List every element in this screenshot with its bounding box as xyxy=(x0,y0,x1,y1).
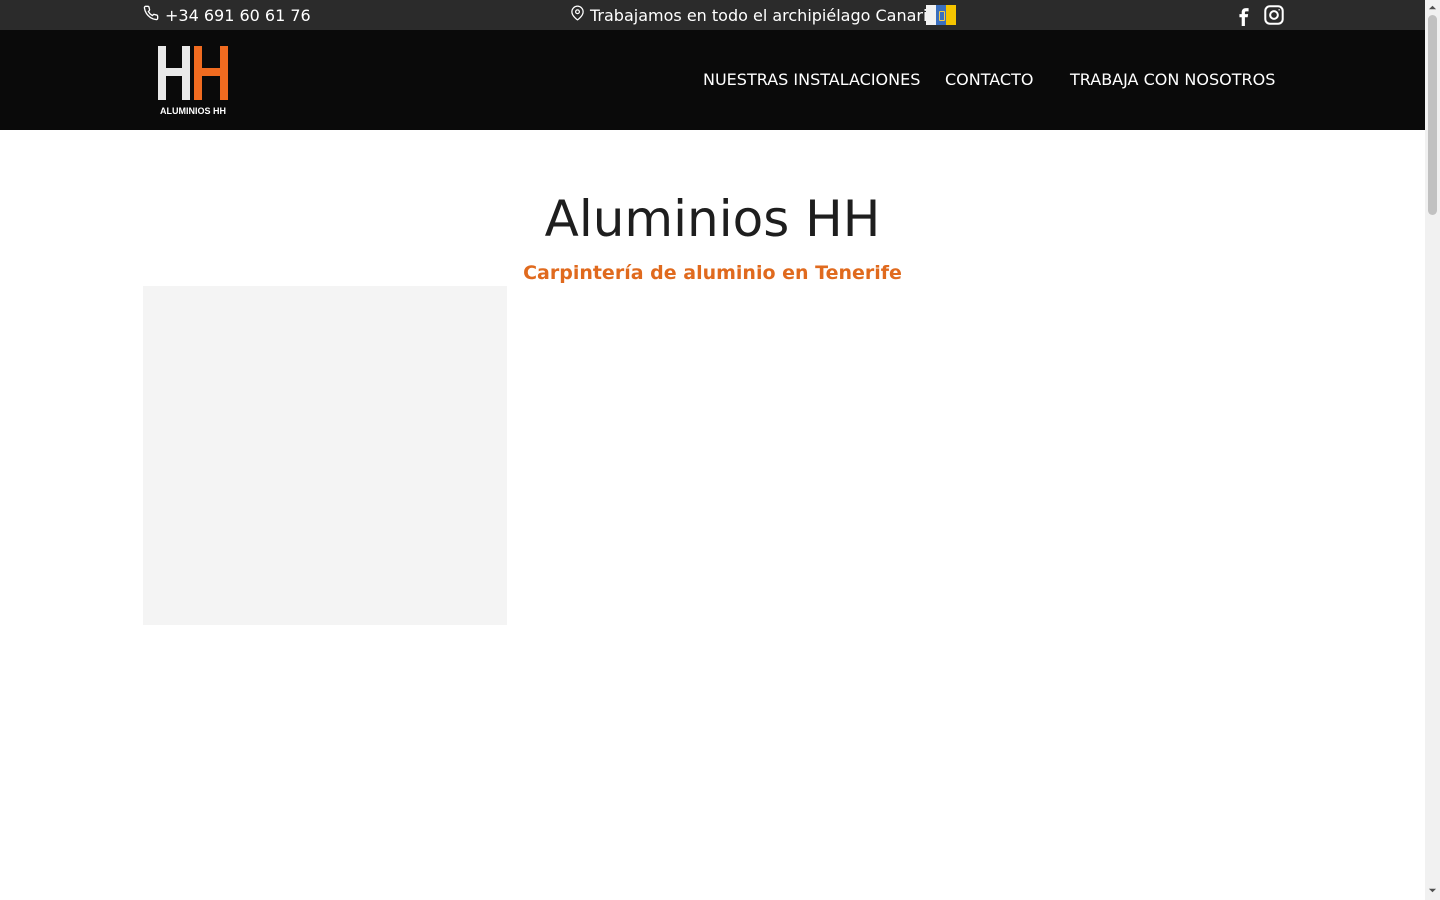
logo[interactable]: ALUMINIOS HH xyxy=(157,44,229,116)
nav-item-nuestras-instalaciones[interactable]: NUESTRAS INSTALACIONES xyxy=(703,70,920,89)
nav-item-contacto[interactable]: CONTACTO xyxy=(945,70,1033,89)
site-header: ALUMINIOS HH NUESTRAS INSTALACIONES CONT… xyxy=(0,30,1425,130)
service-area-text: Trabajamos en todo el archipiélago Canar… xyxy=(590,5,938,25)
vertical-scrollbar[interactable] xyxy=(1425,0,1440,900)
phone-icon xyxy=(143,5,159,25)
service-area: Trabajamos en todo el archipiélago Canar… xyxy=(570,5,937,25)
instagram-icon[interactable] xyxy=(1263,4,1285,30)
page-title: Aluminios HH xyxy=(544,190,881,248)
canary-islands-flag-icon xyxy=(926,5,956,25)
logo-mark-icon xyxy=(158,46,228,100)
phone-number: +34 691 60 61 76 xyxy=(165,5,311,25)
scroll-down-arrow-icon[interactable] xyxy=(1428,886,1437,895)
scrollbar-thumb[interactable] xyxy=(1428,15,1437,215)
logo-text: ALUMINIOS HH xyxy=(160,106,226,116)
facebook-icon[interactable] xyxy=(1233,4,1255,30)
map-pin-icon xyxy=(570,5,585,25)
page-subtitle: Carpintería de aluminio en Tenerife xyxy=(523,262,902,284)
phone-link[interactable]: +34 691 60 61 76 xyxy=(143,5,311,25)
social-links xyxy=(1233,4,1285,30)
nav-item-trabaja-con-nosotros[interactable]: TRABAJA CON NOSOTROS xyxy=(1070,70,1275,89)
scroll-up-arrow-icon[interactable] xyxy=(1428,3,1437,12)
image-placeholder xyxy=(143,286,507,625)
page: +34 691 60 61 76 Trabajamos en todo el a… xyxy=(0,0,1440,900)
top-info-bar: +34 691 60 61 76 Trabajamos en todo el a… xyxy=(0,0,1425,30)
